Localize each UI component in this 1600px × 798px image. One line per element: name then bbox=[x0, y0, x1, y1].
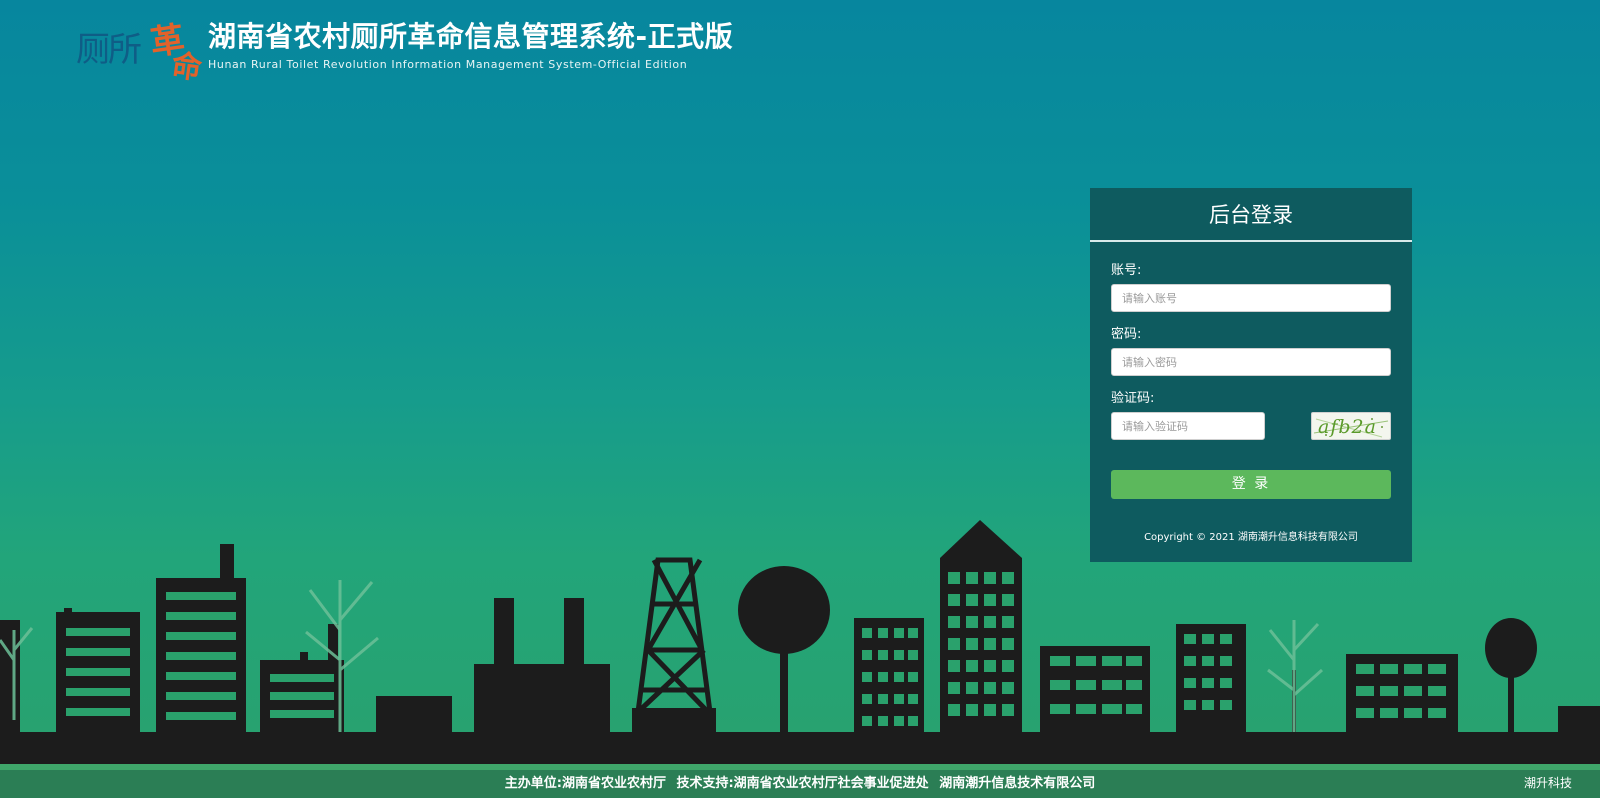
tree-1 bbox=[738, 566, 830, 740]
toilet-revolution-logo: 厕所 革 命 bbox=[76, 14, 212, 87]
logo-text-revolution-b: 命 bbox=[169, 48, 204, 87]
tree-3 bbox=[1485, 618, 1537, 740]
site-title-english: Hunan Rural Toilet Revolution Informatio… bbox=[208, 58, 688, 71]
account-field-group: 账号: bbox=[1111, 262, 1391, 312]
corner-brand: 潮升科技 bbox=[1523, 776, 1572, 790]
password-field-group: 密码: bbox=[1111, 326, 1391, 376]
copyright-text: Copyright © 2021 湖南潮升信息科技有限公司 bbox=[1144, 532, 1358, 543]
captcha-label: 验证码: bbox=[1111, 391, 1155, 406]
password-label: 密码: bbox=[1111, 327, 1142, 342]
captcha-field-group: 验证码: afb2a bbox=[1111, 390, 1391, 440]
captcha-text: afb2a bbox=[1318, 416, 1377, 438]
footer-support: 技术支持:湖南省农业农村厅社会事业促进处 bbox=[676, 776, 929, 791]
site-header: 厕所 革 命 湖南省农村厕所革命信息管理系统-正式版 Hunan Rural T… bbox=[76, 14, 733, 87]
footer-bar: 主办单位:湖南省农业农村厅 技术支持:湖南省农业农村厅社会事业促进处 湖南潮升信… bbox=[0, 770, 1600, 798]
password-input[interactable] bbox=[1111, 348, 1391, 376]
captcha-input[interactable] bbox=[1111, 412, 1265, 440]
login-button[interactable]: 登 录 bbox=[1111, 470, 1391, 499]
site-titles: 湖南省农村厕所革命信息管理系统-正式版 Hunan Rural Toilet R… bbox=[208, 20, 733, 71]
footer-company: 湖南潮升信息技术有限公司 bbox=[939, 776, 1096, 791]
site-title-chinese: 湖南省农村厕所革命信息管理系统-正式版 bbox=[208, 20, 734, 53]
ground-silhouette bbox=[0, 732, 1600, 766]
building-3-windows bbox=[270, 674, 334, 718]
login-title: 后台登录 bbox=[1090, 188, 1412, 242]
login-panel: 后台登录 账号: 密码: 验证码: afb2a 登 录 Copyright © bbox=[1090, 188, 1412, 562]
captcha-row: afb2a bbox=[1111, 412, 1391, 440]
light-tree-2 bbox=[1267, 620, 1323, 740]
footer-host: 主办单位:湖南省农业农村厅 bbox=[504, 776, 666, 791]
account-input[interactable] bbox=[1111, 284, 1391, 312]
logo-text-toilet: 厕所 bbox=[76, 30, 142, 70]
oil-derrick bbox=[635, 557, 713, 715]
building-6-windows bbox=[1050, 656, 1142, 714]
account-label: 账号: bbox=[1111, 263, 1142, 278]
captcha-image[interactable]: afb2a bbox=[1311, 412, 1391, 440]
